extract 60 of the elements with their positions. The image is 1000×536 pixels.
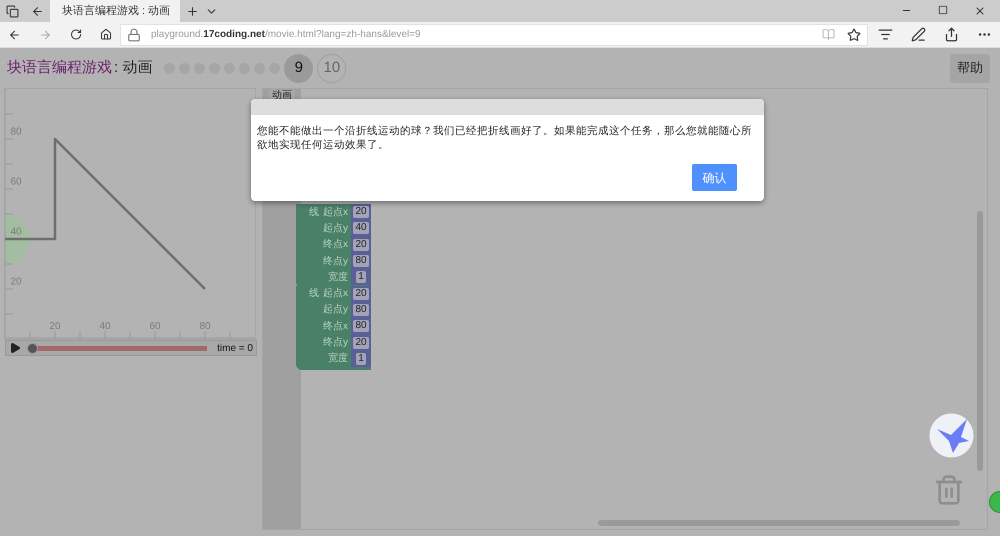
star-icon[interactable] [847, 28, 861, 42]
number-field[interactable]: 80 [353, 255, 369, 268]
number-field[interactable]: 1 [356, 352, 366, 365]
number-field[interactable]: 20 [353, 206, 369, 218]
tabs-icon[interactable] [6, 4, 19, 18]
address-bar[interactable]: playground.17coding.net/movie.html?lang=zh-hans&level=9 [120, 24, 868, 46]
block-label: 线 [309, 286, 319, 302]
number-field[interactable]: 40 [353, 222, 369, 234]
dialog-message: 您能不能做出一个沿折线运动的球？我们已经把折线画好了。如果能完成这个任务，那么您就能随心所欲地实现任何运动效果了。 [256, 124, 753, 152]
level-button[interactable]: 9 [284, 54, 314, 82]
slider-thumb[interactable] [27, 342, 38, 354]
number-field[interactable]: 20 [353, 336, 369, 349]
reading-view-icon[interactable] [822, 28, 835, 40]
number-field[interactable]: 20 [353, 288, 369, 300]
maximize-icon[interactable] [938, 5, 948, 15]
number-field[interactable]: 80 [353, 320, 369, 332]
number-field[interactable]: 20 [353, 238, 369, 251]
share-icon[interactable] [944, 27, 959, 42]
vertical-scrollbar[interactable] [977, 211, 983, 471]
horizontal-scrollbar[interactable] [598, 520, 960, 526]
play-icon[interactable] [9, 342, 21, 354]
field-label: 起点y [323, 302, 348, 318]
home-icon[interactable] [100, 26, 112, 42]
tick-label: 40 [10, 226, 22, 238]
field-label: 终点x [323, 320, 348, 334]
line-block[interactable]: 线 起点x 20 起点y 80 终点x 80 终点y 20 宽度 1 [296, 286, 371, 370]
number-field[interactable]: 80 [353, 304, 369, 316]
field-label: 宽度 [328, 270, 348, 285]
tick-label: 40 [99, 321, 111, 332]
time-label: time = 0 [217, 342, 253, 356]
refresh-icon[interactable] [70, 26, 82, 42]
tick-label: 60 [149, 321, 161, 332]
line-block[interactable]: 线 起点x 20 起点y 40 终点x 20 终点y 80 宽度 1 [296, 204, 371, 288]
field-label: 终点y [323, 336, 348, 350]
field-label: 宽度 [328, 352, 348, 366]
number-field[interactable]: 1 [356, 271, 366, 284]
tick-label: 60 [10, 176, 22, 188]
url-text: playground.17coding.net/movie.html?lang=zh-hans&level=9 [151, 28, 421, 42]
field-label: 起点x [323, 286, 348, 302]
help-button[interactable]: 帮助 [950, 54, 990, 82]
field-label: 终点y [323, 254, 348, 269]
page-title: 块语言编程游戏 [7, 58, 112, 78]
lock-icon [127, 28, 141, 42]
tab-title: 块语言编程游戏 : 动画 [62, 4, 170, 19]
tick-label: 20 [10, 276, 22, 288]
browser-tab[interactable]: 块语言编程游戏 : 动画 [50, 0, 180, 22]
field-label: 起点x [323, 206, 348, 220]
new-tab-icon[interactable] [186, 4, 199, 18]
tick-label: 80 [10, 126, 22, 138]
field-label: 终点x [323, 238, 348, 252]
block-label: 线 [309, 206, 319, 220]
close-icon[interactable] [974, 5, 986, 17]
tick-label: 20 [49, 321, 61, 332]
tick-label: 80 [199, 321, 211, 332]
page-subtitle: : 动画 [114, 58, 152, 78]
back-tab-icon[interactable] [31, 4, 44, 18]
favorites-icon[interactable] [878, 27, 893, 42]
pen-icon[interactable] [911, 27, 926, 42]
field-label: 起点y [323, 222, 348, 236]
bird-icon[interactable] [929, 413, 974, 458]
